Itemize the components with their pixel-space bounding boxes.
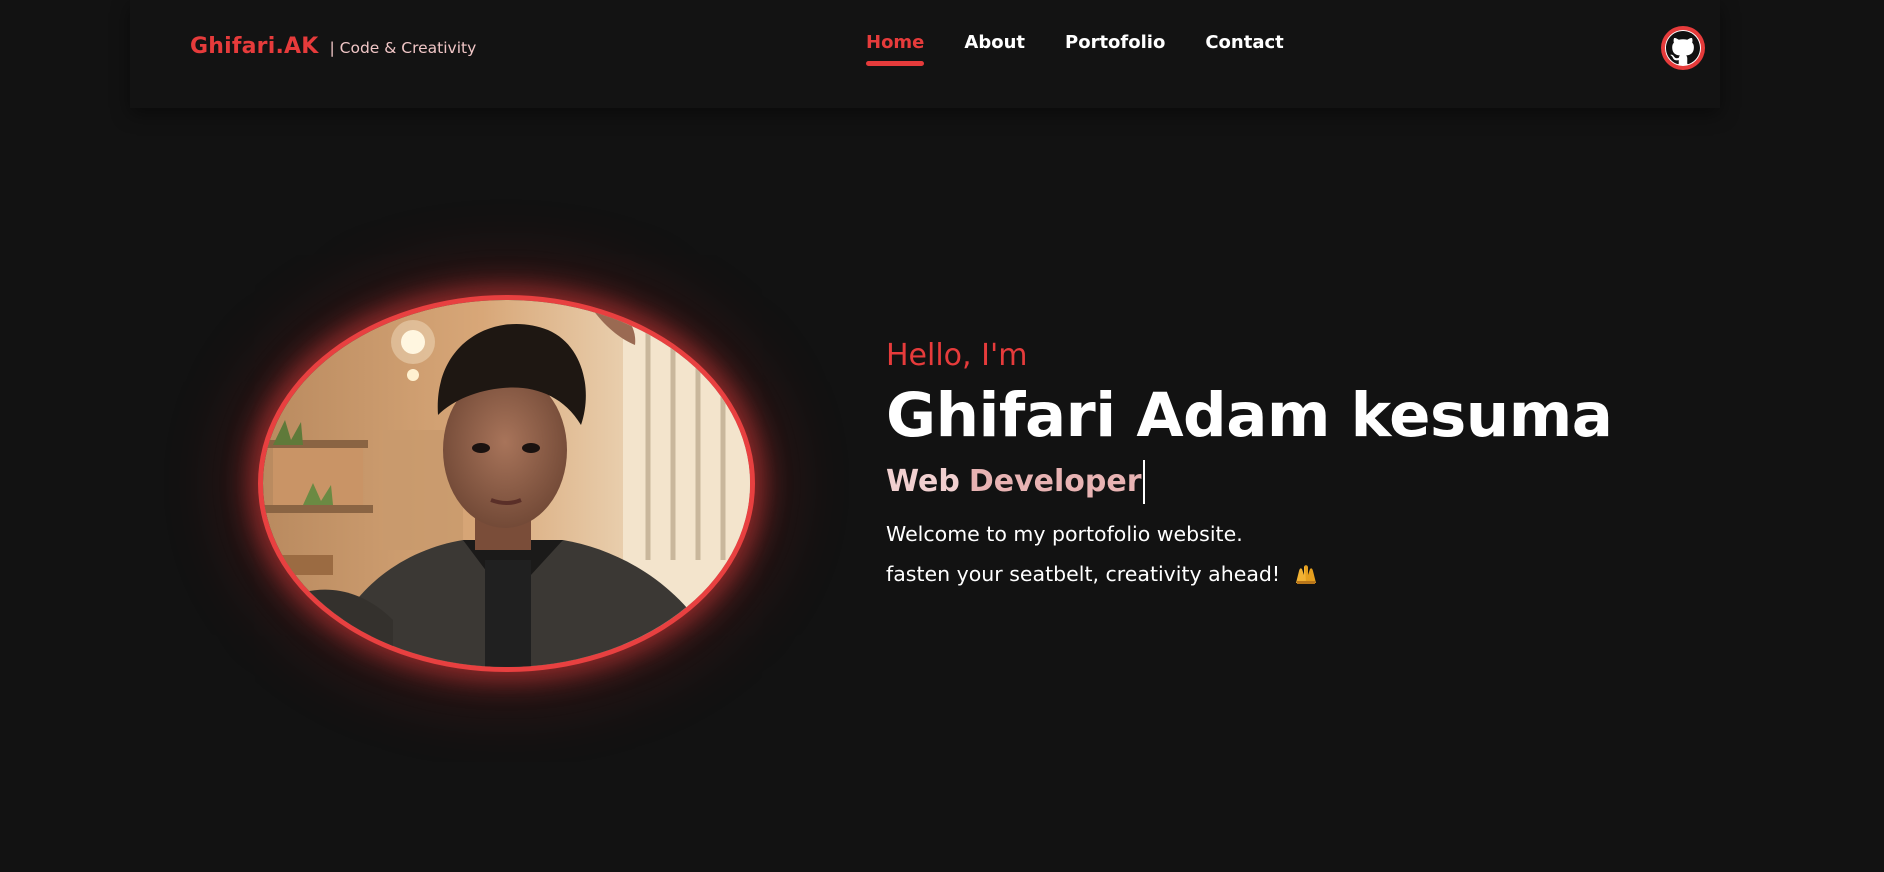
profile-photo-image [263, 300, 750, 667]
role-word-2: Developer [968, 464, 1142, 499]
site-header: Ghifari.AK | Code & Creativity Home Abou… [130, 0, 1720, 108]
brand-name[interactable]: Ghifari.AK [190, 34, 319, 59]
raising-hands-icon [1293, 558, 1319, 584]
typing-caret [1142, 460, 1145, 504]
github-button[interactable] [1661, 26, 1705, 70]
tagline-text: fasten your seatbelt, creativity ahead! [886, 562, 1281, 586]
welcome-line: Welcome to my portofolio website. [886, 522, 1243, 546]
nav-portofolio[interactable]: Portofolio [1065, 32, 1165, 53]
role-word-1: Web [886, 464, 960, 499]
nav-active-indicator [866, 61, 925, 66]
nav-about[interactable]: About [964, 32, 1025, 53]
greeting: Hello, I'm [886, 338, 1028, 373]
nav-home[interactable]: Home [866, 32, 925, 66]
tagline-line: fasten your seatbelt, creativity ahead! [886, 554, 1686, 594]
hero-name: Ghifari Adam kesuma [886, 380, 1613, 451]
profile-photo [258, 295, 755, 672]
role-typewriter: Web Developer [886, 460, 1686, 504]
nav-portofolio-label: Portofolio [1065, 32, 1166, 53]
nav-home-label: Home [866, 32, 925, 53]
main-nav: Home About Portofolio Contact [866, 32, 1324, 66]
hero-text: Hello, I'm Ghifari Adam kesuma Web Devel… [886, 336, 1686, 594]
page: Ghifari.AK | Code & Creativity Home Abou… [0, 0, 1884, 872]
brand[interactable]: Ghifari.AK | Code & Creativity [190, 34, 476, 59]
brand-tagline: | Code & Creativity [329, 39, 477, 57]
github-icon [1665, 30, 1701, 66]
nav-contact-label: Contact [1205, 32, 1284, 53]
nav-about-label: About [964, 32, 1026, 53]
nav-contact[interactable]: Contact [1205, 32, 1283, 53]
